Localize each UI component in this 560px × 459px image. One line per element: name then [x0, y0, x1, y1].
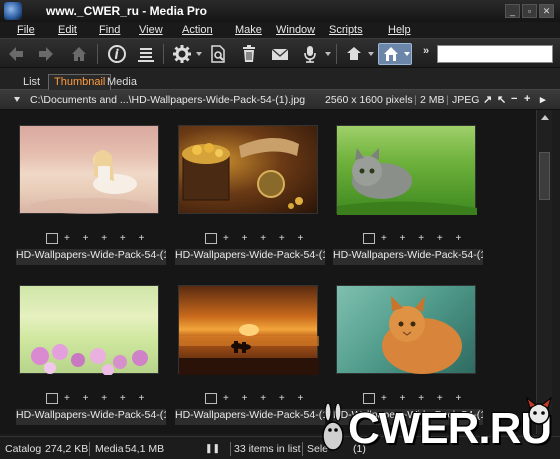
catalog-label: Catalog	[5, 443, 42, 455]
file-path: C:\Documents and ...\HD-Wallpapers-Wide-…	[30, 94, 306, 106]
menu-edit[interactable]: Edit	[58, 24, 77, 36]
catalog-size: 274,2 KB	[45, 443, 89, 455]
microphone-icon[interactable]	[299, 43, 321, 65]
menu-make[interactable]: Make	[235, 24, 262, 36]
collapse-triangle-icon[interactable]	[14, 97, 20, 102]
thumbnail-image[interactable]	[336, 125, 477, 215]
toolbar-separator	[97, 44, 98, 64]
tab-media[interactable]: Media	[101, 74, 143, 90]
expand-icon[interactable]: ↗	[483, 93, 492, 106]
item-count: 33 items in list	[234, 443, 301, 455]
rating-stars[interactable]: + + + + +	[64, 233, 149, 244]
thumbnail-cell[interactable]: + + + + + HD-Wallpapers-Wide-Pack-54-(1.…	[16, 270, 174, 430]
rating-row: + + + + +	[46, 393, 149, 404]
forward-arrow-icon[interactable]	[35, 43, 57, 65]
image-dimensions: 2560 x 1600 pixels	[325, 94, 413, 106]
select-checkbox[interactable]	[205, 233, 217, 244]
gear-dropdown-arrow[interactable]	[196, 52, 202, 56]
file-size: 2 MB	[420, 94, 445, 106]
view-tabs: List Thumbnail Media	[0, 68, 560, 90]
thumbnail-caption: HD-Wallpapers-Wide-Pack-54-(1...	[175, 409, 325, 425]
menu-window[interactable]: Window	[276, 24, 315, 36]
thumbnail-image[interactable]	[19, 125, 159, 214]
rating-stars[interactable]: + + + + +	[64, 393, 149, 404]
menu-scripts[interactable]: Scripts	[329, 24, 363, 36]
thumbnail-cell[interactable]: + + + + + HD-Wallpapers-Wide-Pack-54-(1.…	[175, 110, 333, 270]
shrink-icon[interactable]: ↖	[497, 93, 506, 106]
window-controls: _ ▫ ✕	[505, 4, 554, 18]
toolbar-separator	[336, 44, 337, 64]
thumbnail-caption: HD-Wallpapers-Wide-Pack-54-(1...	[16, 409, 166, 425]
maximize-button[interactable]: ▫	[522, 4, 537, 18]
toolbar-overflow-button[interactable]: »	[423, 45, 429, 57]
toolbar: »	[0, 38, 560, 68]
tab-list[interactable]: List	[17, 74, 46, 90]
rating-stars[interactable]: + + + + +	[223, 233, 308, 244]
rating-stars[interactable]: + + + + +	[223, 393, 308, 404]
thumbnail-image[interactable]	[178, 285, 319, 375]
rating-stars[interactable]: + + + + +	[381, 233, 466, 244]
rabbit-mascot-icon	[322, 404, 344, 451]
menu-file[interactable]: File	[17, 24, 35, 36]
close-button[interactable]: ✕	[539, 4, 554, 18]
zoom-in-icon[interactable]: +	[524, 93, 530, 105]
watermark-text: CWER.RU	[348, 404, 552, 453]
microphone-dropdown-arrow[interactable]	[325, 52, 331, 56]
trash-icon[interactable]	[238, 43, 260, 65]
cwer-watermark-logo: CWER.RU	[318, 396, 558, 459]
menu-find[interactable]: Find	[99, 24, 120, 36]
rating-row: + + + + +	[46, 233, 149, 244]
file-format: JPEG	[452, 94, 480, 106]
menu-bar: File Edit Find View Action Make Window S…	[0, 22, 560, 38]
mail-icon[interactable]	[269, 43, 291, 65]
thumbnail-image[interactable]	[19, 285, 159, 376]
select-checkbox[interactable]	[46, 233, 58, 244]
minimize-button[interactable]: _	[505, 4, 520, 18]
scrollbar-thumb[interactable]	[539, 152, 550, 200]
select-checkbox[interactable]	[363, 233, 375, 244]
search-input[interactable]	[437, 45, 553, 63]
file-info-bar: C:\Documents and ...\HD-Wallpapers-Wide-…	[0, 90, 560, 110]
vertical-scrollbar[interactable]	[536, 110, 552, 434]
play-icon[interactable]: ▸	[540, 93, 546, 106]
upload-dropdown-arrow[interactable]	[368, 52, 374, 56]
thumbnail-cell[interactable]: + + + + + HD-Wallpapers-Wide-Pack-54-(1.…	[333, 110, 491, 270]
zoom-out-icon[interactable]: −	[511, 93, 517, 105]
info-icon[interactable]	[106, 43, 128, 65]
thumbnail-cell[interactable]: + + + + + HD-Wallpapers-Wide-Pack-54-(1.…	[16, 110, 174, 270]
upload-icon[interactable]	[343, 43, 365, 65]
thumbnail-caption: HD-Wallpapers-Wide-Pack-54-(1...	[16, 249, 166, 265]
toolbar-separator	[163, 44, 164, 64]
thumbnail-grid: + + + + + HD-Wallpapers-Wide-Pack-54-(1.…	[0, 110, 536, 434]
media-size: 54,1 MB	[125, 443, 165, 455]
thumbnail-image[interactable]	[336, 285, 476, 374]
rating-row: + + + + +	[205, 233, 308, 244]
menu-view[interactable]: View	[139, 24, 163, 36]
back-arrow-icon[interactable]	[5, 43, 27, 65]
scroll-up-arrow-icon[interactable]	[541, 115, 549, 120]
rating-row: + + + + +	[205, 393, 308, 404]
media-label: Media	[95, 443, 124, 455]
menu-action[interactable]: Action	[182, 24, 213, 36]
list-icon[interactable]	[135, 43, 157, 65]
catalog-dropdown-arrow[interactable]	[404, 52, 410, 56]
thumbnail-caption: HD-Wallpapers-Wide-Pack-54-(1...	[175, 249, 325, 265]
find-in-page-icon[interactable]	[207, 43, 229, 65]
thumbnail-image[interactable]	[178, 125, 318, 214]
window-title: www._CWER_ru - Media Pro	[46, 4, 207, 18]
gear-icon[interactable]	[171, 43, 193, 65]
pause-button[interactable]: ❚❚	[205, 443, 220, 454]
thumbnail-caption: HD-Wallpapers-Wide-Pack-54-(1...	[333, 249, 483, 265]
menu-help[interactable]: Help	[388, 24, 411, 36]
app-logo-icon	[4, 2, 22, 20]
mascot-icon	[526, 396, 552, 425]
home-icon[interactable]	[68, 43, 90, 65]
rating-row: + + + + +	[363, 233, 466, 244]
title-bar: www._CWER_ru - Media Pro _ ▫ ✕	[0, 0, 560, 22]
thumbnail-cell[interactable]: + + + + + HD-Wallpapers-Wide-Pack-54-(1.…	[175, 270, 333, 430]
select-checkbox[interactable]	[205, 393, 217, 404]
select-checkbox[interactable]	[46, 393, 58, 404]
